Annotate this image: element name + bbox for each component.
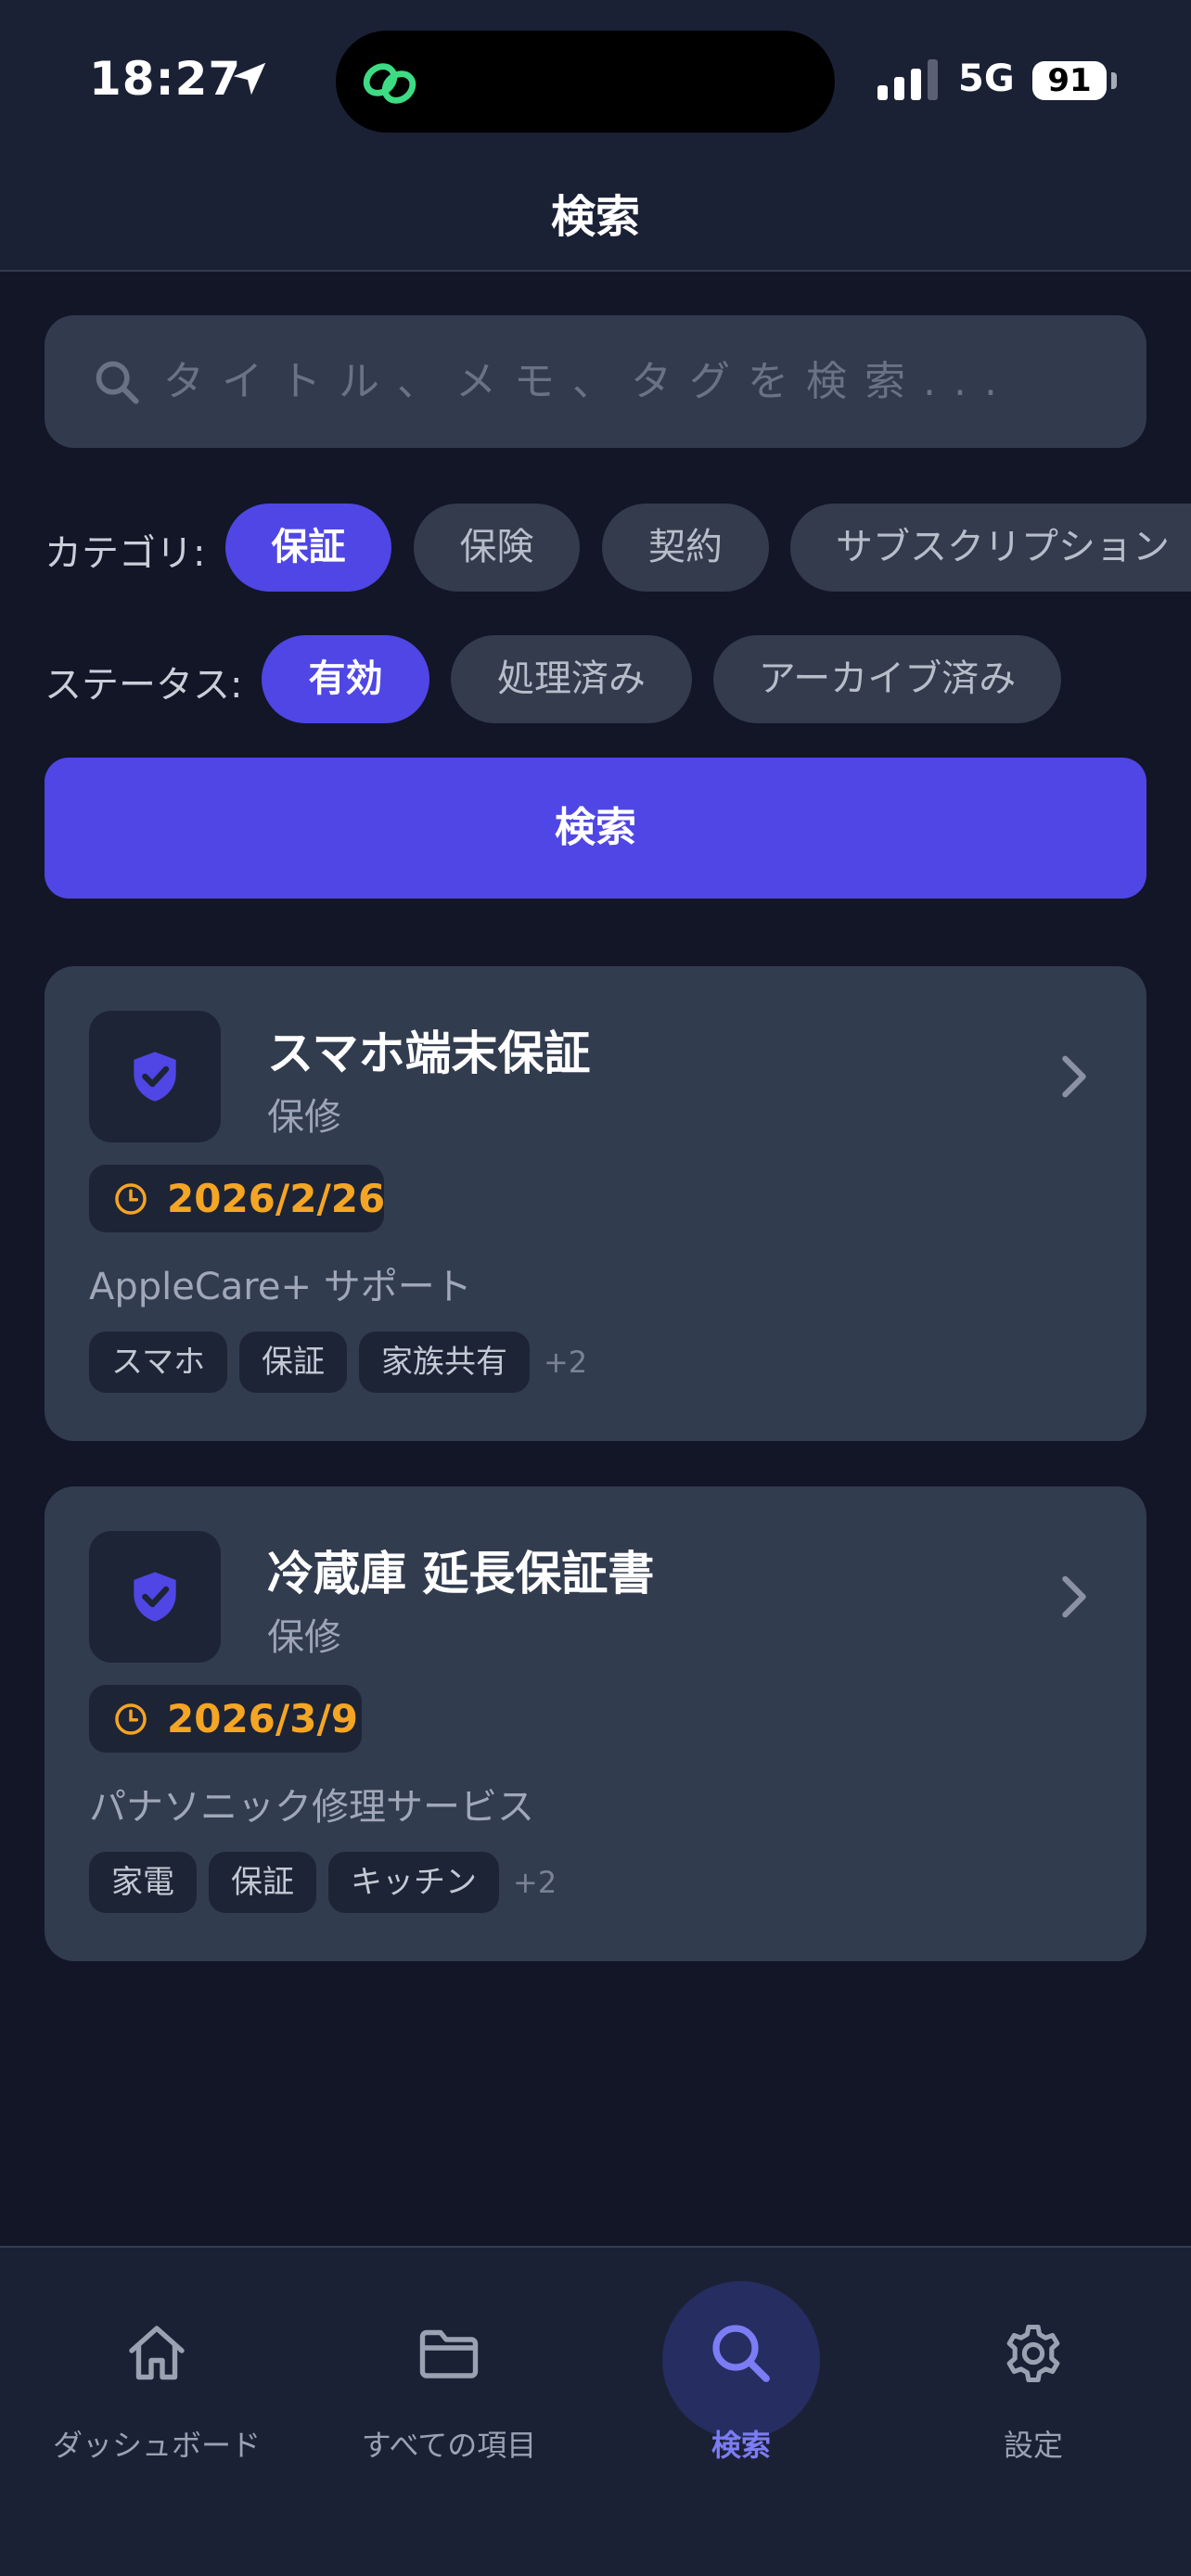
- shield-check-icon: [134, 1572, 176, 1622]
- tag-more-count: +2: [543, 1345, 588, 1380]
- category-chip-subscription[interactable]: サブスクリプション: [790, 504, 1191, 592]
- tab-bar: ダッシュボード すべての項目 検索 設定: [0, 2248, 1191, 2576]
- category-chip-warranty[interactable]: 保証: [225, 504, 391, 592]
- expiry-date: 2026/2/26: [167, 1176, 386, 1221]
- search-button[interactable]: 検索: [45, 758, 1146, 899]
- tag: キッチン: [328, 1852, 499, 1913]
- card-subtitle: 保修: [267, 1096, 341, 1139]
- status-label: ステータス:: [45, 664, 243, 707]
- category-chip-insurance[interactable]: 保険: [414, 504, 580, 592]
- tab-label: すべての項目: [361, 2428, 537, 2463]
- header-divider: [0, 270, 1191, 272]
- tab-all-items[interactable]: すべての項目: [301, 2248, 597, 2576]
- result-card[interactable]: スマホ端末保証 保修 2026/2/26 AppleCare+ サポート スマホ…: [45, 966, 1146, 1441]
- tag: 保証: [238, 1332, 347, 1393]
- chevron-right-icon: [1062, 1575, 1086, 1618]
- tab-label: 検索: [711, 2428, 771, 2463]
- card-title: スマホ端末保証: [267, 1027, 591, 1080]
- tag-more-count: +2: [513, 1865, 557, 1900]
- folder-icon: [419, 2329, 479, 2378]
- home-icon: [129, 2326, 185, 2380]
- search-icon: [712, 2325, 770, 2382]
- battery-nub: [1111, 72, 1117, 89]
- network-type: 5G: [958, 57, 1015, 100]
- page-title: 検索: [550, 191, 640, 243]
- tab-search[interactable]: 検索: [593, 2248, 890, 2576]
- expiry-date: 2026/3/9: [167, 1696, 359, 1741]
- shield-check-icon: [134, 1052, 176, 1102]
- signal-icon: [877, 59, 938, 100]
- search-box[interactable]: [45, 315, 1146, 448]
- battery-indicator: 91: [1032, 61, 1107, 100]
- clock-icon: [115, 1703, 147, 1735]
- tag-list: スマホ 保証 家族共有 +2: [89, 1332, 587, 1393]
- result-card[interactable]: 冷蔵庫 延長保証書 保修 2026/3/9 パナソニック修理サービス 家電 保証…: [45, 1486, 1146, 1961]
- card-title: 冷蔵庫 延長保証書: [267, 1547, 655, 1600]
- search-icon: [96, 361, 139, 404]
- link-app-icon: [363, 63, 416, 104]
- status-chip-active[interactable]: 有効: [262, 635, 429, 723]
- tag-list: 家電 保証 キッチン +2: [89, 1852, 557, 1913]
- tab-label: ダッシュボード: [52, 2428, 261, 2463]
- tag: 保証: [209, 1852, 316, 1913]
- tag: 家族共有: [358, 1332, 530, 1393]
- tab-settings[interactable]: 設定: [885, 2248, 1182, 2576]
- card-icon-box: [89, 1531, 221, 1663]
- status-chip-archived[interactable]: アーカイブ済み: [713, 635, 1061, 723]
- category-label: カテゴリ:: [45, 532, 206, 575]
- category-chip-contract[interactable]: 契約: [602, 504, 769, 592]
- tab-dashboard[interactable]: ダッシュボード: [8, 2248, 305, 2576]
- status-time: 18:27: [89, 52, 242, 106]
- status-chip-processed[interactable]: 処理済み: [451, 635, 692, 723]
- card-subtitle: 保修: [267, 1616, 341, 1659]
- chevron-right-icon: [1062, 1055, 1086, 1098]
- date-pill: 2026/3/9: [89, 1685, 362, 1753]
- location-arrow-icon: [233, 62, 266, 96]
- tab-label: 設定: [1003, 2428, 1063, 2463]
- card-note: AppleCare+ サポート: [89, 1266, 472, 1308]
- tag: スマホ: [89, 1332, 227, 1393]
- gear-icon: [1006, 2324, 1060, 2383]
- date-pill: 2026/2/26: [89, 1165, 386, 1232]
- search-input[interactable]: [163, 315, 1128, 448]
- card-icon-box: [89, 1011, 221, 1142]
- card-note: パナソニック修理サービス: [89, 1786, 534, 1829]
- tag: 家電: [89, 1852, 197, 1913]
- clock-icon: [115, 1183, 147, 1215]
